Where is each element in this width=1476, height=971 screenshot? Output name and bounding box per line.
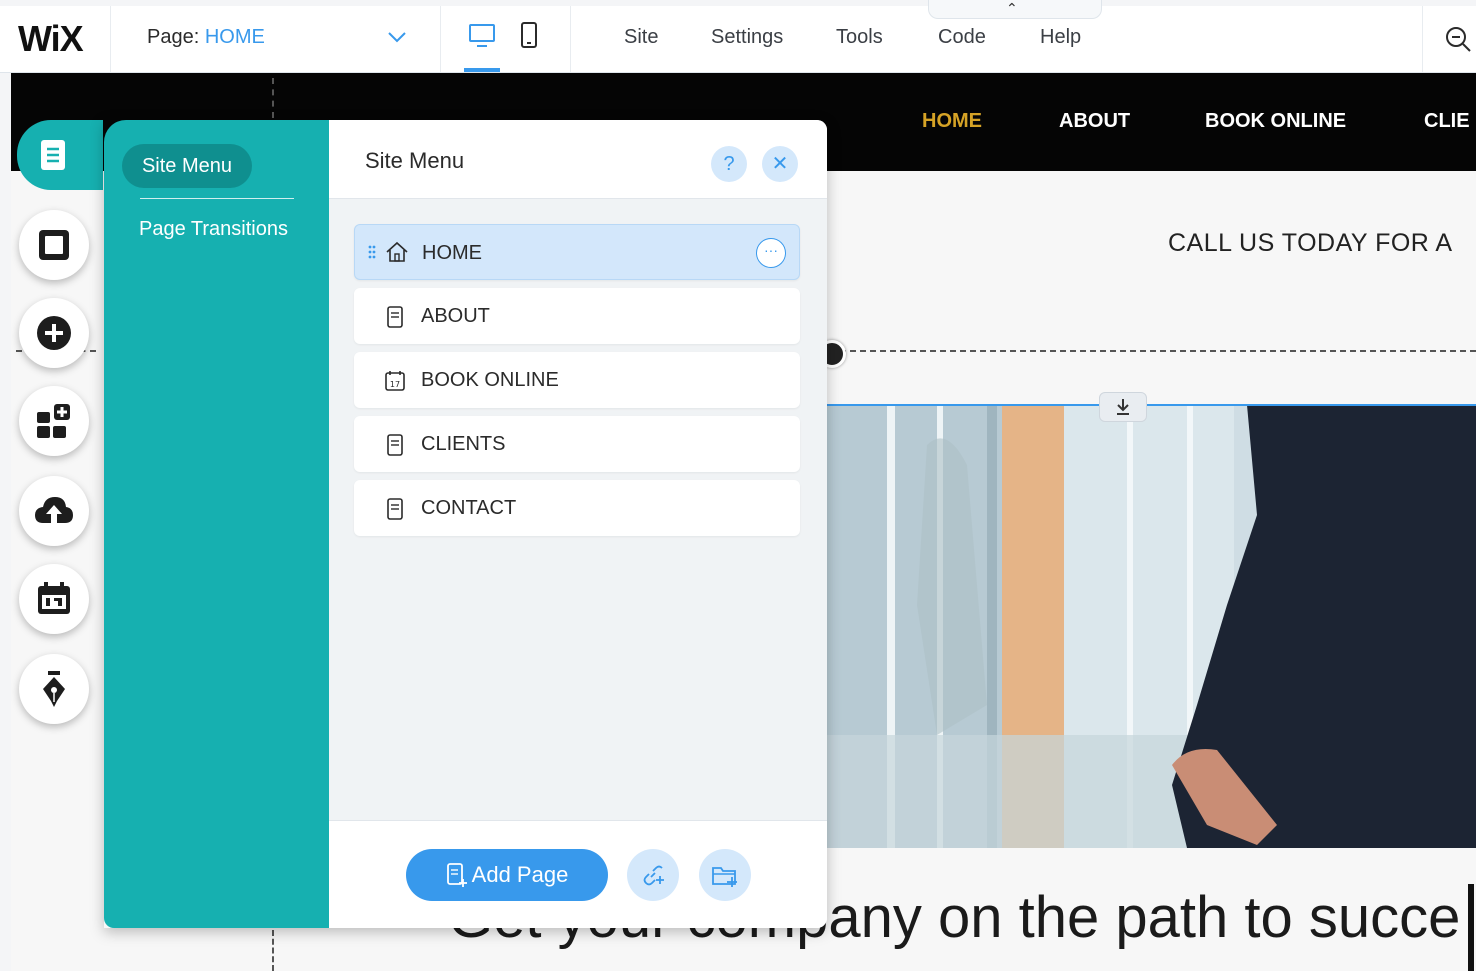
- site-nav-clients[interactable]: CLIE: [1424, 110, 1470, 133]
- panel-footer: Add Page: [329, 820, 827, 928]
- panel-tabs: Site Menu Page Transitions: [104, 120, 329, 928]
- page-item-home[interactable]: HOME ···: [354, 224, 800, 280]
- page-icon: [387, 434, 403, 456]
- calendar-icon: [38, 582, 70, 614]
- page-item-label: ABOUT: [421, 305, 490, 327]
- caret-up-icon[interactable]: ⌃: [1006, 0, 1018, 17]
- site-nav-about[interactable]: ABOUT: [1059, 110, 1130, 133]
- page-selector[interactable]: Page: HOME: [147, 26, 265, 49]
- page-icon: [387, 306, 403, 328]
- page-item-about[interactable]: ABOUT: [354, 288, 800, 344]
- panel-header: Site Menu ? ✕: [329, 120, 827, 199]
- site-menu-pane: Site Menu ? ✕ HOME ··· ABOUT 17 BOOK ONL…: [329, 120, 827, 928]
- editor-top-bar: WiX Page: HOME ⌃ Site Settings Tools Cod…: [0, 0, 1476, 73]
- blog-button[interactable]: [19, 654, 89, 724]
- text-cursor: [1468, 884, 1474, 971]
- site-menu-panel: Site Menu Page Transitions Site Menu ? ✕…: [104, 120, 827, 928]
- add-apps-button[interactable]: [19, 386, 89, 456]
- svg-text:17: 17: [390, 380, 400, 389]
- page-item-clients[interactable]: CLIENTS: [354, 416, 800, 472]
- anchor-button[interactable]: [1099, 392, 1147, 422]
- calendar-icon: 17: [385, 371, 405, 391]
- wix-logo[interactable]: WiX: [18, 18, 84, 60]
- call-us-text[interactable]: CALL US TODAY FOR A: [1168, 229, 1453, 258]
- page-selector-label: Page:: [147, 26, 200, 48]
- add-page-label: Add Page: [471, 862, 569, 887]
- divider: [140, 198, 294, 199]
- editor-left-gutter: [0, 72, 11, 971]
- page-item-book-online[interactable]: 17 BOOK ONLINE: [354, 352, 800, 408]
- pages-menu-button[interactable]: [17, 120, 103, 190]
- plus-circle-icon: [37, 316, 71, 350]
- menu-settings[interactable]: Settings: [711, 26, 783, 49]
- link-icon: [643, 865, 664, 886]
- desktop-view-icon[interactable]: [468, 22, 496, 50]
- panel-title: Site Menu: [365, 148, 465, 173]
- add-folder-button[interactable]: [699, 849, 751, 901]
- divider: [570, 6, 571, 72]
- close-button[interactable]: ✕: [762, 146, 798, 182]
- page-item-label: BOOK ONLINE: [421, 369, 559, 391]
- divider: [1422, 6, 1423, 72]
- help-button[interactable]: ?: [711, 146, 747, 182]
- site-nav-book-online[interactable]: BOOK ONLINE: [1205, 110, 1346, 133]
- home-icon: [386, 241, 408, 262]
- download-arrow-icon: [1117, 399, 1129, 415]
- page-item-label: CONTACT: [421, 497, 517, 519]
- add-elements-button[interactable]: [19, 298, 89, 368]
- more-actions-button[interactable]: ···: [756, 238, 786, 268]
- add-link-button[interactable]: [627, 849, 679, 901]
- desktop-active-indicator: [464, 68, 500, 72]
- pages-icon: [41, 140, 65, 170]
- menu-code[interactable]: Code: [938, 26, 986, 49]
- background-button[interactable]: [19, 210, 89, 280]
- page-item-label: CLIENTS: [421, 433, 506, 455]
- page-selector-value: HOME: [204, 26, 265, 48]
- page-icon: [387, 498, 403, 520]
- drag-handle-icon[interactable]: [367, 245, 377, 259]
- background-icon: [39, 230, 69, 260]
- folder-icon: [712, 867, 737, 887]
- page-item-label: HOME: [422, 242, 482, 264]
- menu-tools[interactable]: Tools: [836, 26, 883, 49]
- divider: [440, 6, 441, 72]
- bookings-button[interactable]: [19, 564, 89, 634]
- tab-page-transitions[interactable]: Page Transitions: [139, 218, 288, 241]
- site-nav-home[interactable]: HOME: [922, 110, 982, 133]
- menu-site[interactable]: Site: [624, 26, 658, 49]
- gridline: [272, 78, 274, 118]
- pen-icon: [43, 671, 65, 707]
- page-item-contact[interactable]: CONTACT: [354, 480, 800, 536]
- chevron-down-icon[interactable]: [386, 26, 408, 48]
- hero-selection-border: [827, 404, 1476, 848]
- zoom-out-icon[interactable]: [1444, 25, 1472, 53]
- gridline: [272, 930, 274, 971]
- cloud-upload-icon: [35, 497, 73, 523]
- mobile-view-icon[interactable]: [518, 22, 540, 50]
- media-upload-button[interactable]: [19, 476, 89, 546]
- section-divider: [840, 350, 1476, 352]
- tab-site-menu[interactable]: Site Menu: [122, 144, 252, 188]
- top-stripe: [0, 0, 1476, 6]
- menu-help[interactable]: Help: [1040, 26, 1081, 49]
- add-page-button[interactable]: Add Page: [406, 849, 608, 901]
- divider: [110, 6, 111, 72]
- add-page-icon: [446, 863, 467, 887]
- apps-icon: [37, 404, 70, 438]
